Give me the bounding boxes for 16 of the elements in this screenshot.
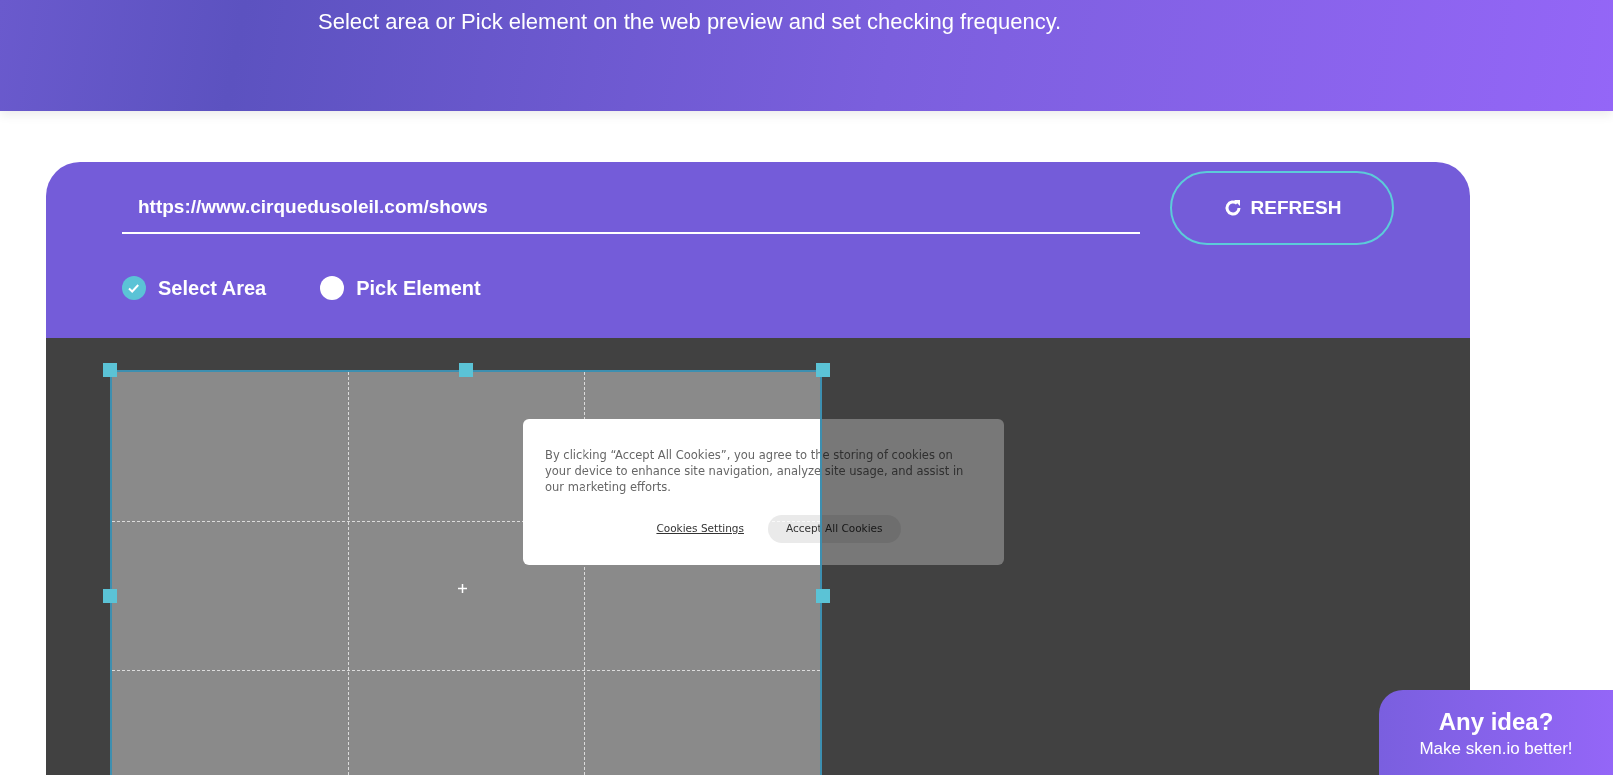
feedback-subtitle: Make sken.io better! [1418, 738, 1574, 760]
resize-handle[interactable] [103, 363, 117, 377]
mode-radio-option[interactable]: Select Area [122, 273, 267, 303]
crosshair-icon [458, 584, 467, 593]
resize-handle[interactable] [103, 589, 117, 603]
resize-handle[interactable] [459, 363, 473, 377]
header-subtitle: Select area or Pick element on the web preview and set checking frequency. [318, 8, 1063, 36]
resize-handle[interactable] [816, 589, 830, 603]
feedback-title: Any idea? [1437, 708, 1555, 736]
url-input-field[interactable]: https://www.cirquedusoleil.com/shows [122, 184, 1140, 234]
cookie-settings-link[interactable]: Cookies Settings [656, 521, 744, 537]
resize-handle[interactable] [816, 363, 830, 377]
mode-radio-option[interactable]: Pick Element [320, 273, 481, 303]
accept-cookies-button[interactable]: Accept All Cookies [767, 515, 901, 543]
feedback-widget[interactable]: Any idea? Make sken.io better! [1379, 690, 1613, 775]
refresh-button[interactable]: REFRESH [1170, 171, 1394, 245]
